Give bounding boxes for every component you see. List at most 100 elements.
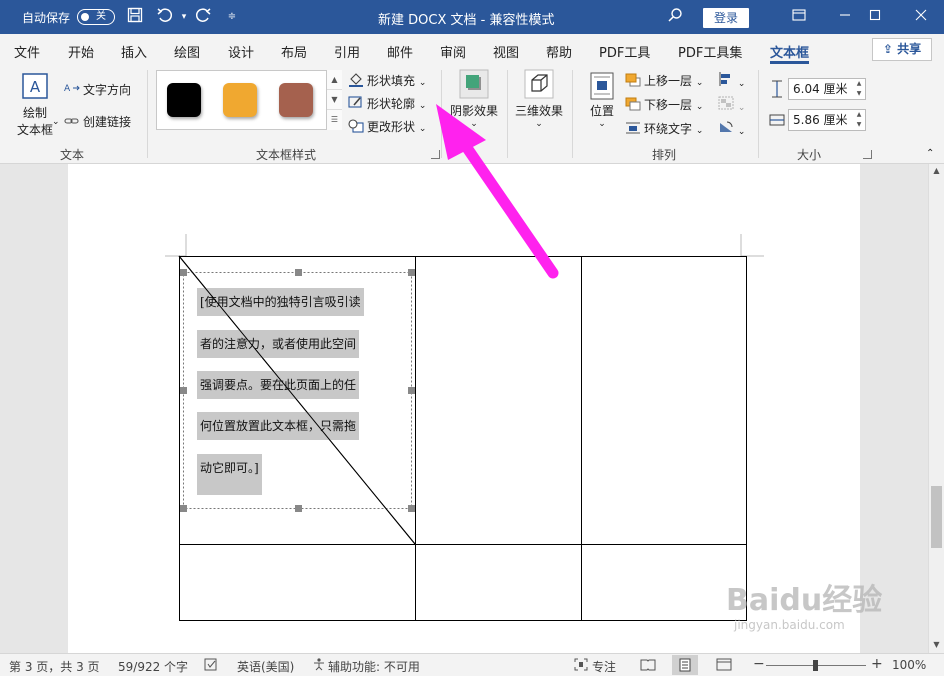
rotate-icon	[718, 121, 734, 137]
text-direction-label: 文字方向	[83, 83, 132, 97]
style-swatch-brown[interactable]	[279, 83, 313, 117]
proofing-icon[interactable]	[204, 658, 218, 674]
accessibility-status[interactable]: 辅助功能: 不可用	[328, 658, 420, 675]
search-icon[interactable]	[665, 7, 685, 27]
position-icon	[590, 72, 614, 100]
width-icon	[768, 111, 786, 132]
group-separator	[441, 70, 442, 158]
group-objects-button[interactable]: ⌄	[718, 96, 745, 113]
style-dialog-launcher-icon[interactable]	[431, 150, 440, 159]
zoom-slider-thumb[interactable]	[813, 660, 818, 671]
position-button[interactable]: 位置 ⌄	[584, 72, 620, 129]
shadow-effects-button[interactable]: 阴影效果 ⌄	[448, 68, 500, 129]
group-objects-icon	[718, 96, 734, 113]
web-layout-icon[interactable]	[716, 658, 732, 674]
share-button[interactable]: ⇪ 共享	[872, 38, 932, 61]
word-count[interactable]: 59/922 个字	[118, 658, 188, 675]
tab-references[interactable]: 引用	[334, 42, 360, 61]
tab-textbox[interactable]: 文本框	[770, 42, 810, 64]
document-title: 新建 DOCX 文档 - 兼容性模式	[378, 13, 555, 28]
scroll-up-icon[interactable]: ▲	[929, 164, 944, 178]
tab-insert[interactable]: 插入	[121, 42, 147, 61]
tab-review[interactable]: 审阅	[440, 42, 466, 61]
collapse-ribbon-icon[interactable]: ⌃	[926, 148, 934, 159]
shape-outline-button[interactable]: 形状轮廓 ⌄	[348, 95, 426, 112]
print-layout-icon[interactable]	[672, 655, 698, 675]
paint-bucket-icon	[348, 73, 364, 87]
undo-dropdown-icon[interactable]: ▾	[174, 7, 194, 27]
gallery-down-icon[interactable]: ▼	[327, 90, 342, 110]
page-content	[165, 234, 764, 621]
tab-layout[interactable]: 布局	[281, 42, 307, 61]
vertical-scrollbar[interactable]: ▲ ▼	[928, 164, 944, 653]
shape-fill-label: 形状填充	[367, 74, 416, 88]
zoom-in-icon[interactable]: +	[871, 656, 883, 672]
textbox-line-4: 何位置放置此文本框，只需拖	[197, 412, 360, 440]
shape-fill-button[interactable]: 形状填充 ⌄	[348, 72, 426, 89]
autosave-state: 关	[96, 11, 106, 22]
scroll-down-icon[interactable]: ▼	[929, 638, 944, 652]
zoom-level[interactable]: 100%	[892, 658, 926, 672]
read-mode-icon[interactable]	[640, 658, 656, 674]
draw-textbox-button[interactable]: A 绘制 文本框	[10, 72, 60, 138]
gallery-more-icon[interactable]: ☰	[327, 110, 342, 130]
align-icon	[718, 72, 734, 89]
accessibility-icon	[312, 658, 326, 674]
position-label: 位置	[589, 104, 614, 118]
document-area: [使用文档中的独特引言吸引读 者的注意力，或者使用此空间 强调要点。要在此页面上…	[0, 164, 928, 653]
send-backward-label: 下移一层	[644, 98, 693, 112]
autosave-toggle[interactable]: 关	[77, 9, 115, 25]
group-separator	[758, 70, 759, 158]
undo-icon[interactable]	[155, 7, 175, 27]
tab-mailings[interactable]: 邮件	[387, 42, 413, 61]
tab-pdf-tools[interactable]: PDF工具	[599, 42, 650, 61]
height-spinner-icon[interactable]: ▲ ▼	[853, 79, 865, 99]
3d-effects-button[interactable]: 三维效果 ⌄	[513, 68, 565, 129]
send-backward-button[interactable]: 下移一层 ⌄	[625, 96, 703, 113]
customize-toolbar-icon[interactable]: ≑	[222, 7, 242, 27]
shadow-icon	[459, 69, 489, 99]
textbox-line-1: [使用文档中的独特引言吸引读	[197, 288, 364, 316]
draw-textbox-dropdown-icon[interactable]: ⌄	[52, 117, 60, 127]
tab-file[interactable]: 文件	[14, 42, 40, 61]
align-button[interactable]: ⌄	[718, 72, 745, 89]
link-icon	[64, 114, 80, 128]
size-dialog-launcher-icon[interactable]	[863, 150, 872, 159]
redo-icon[interactable]	[193, 7, 213, 27]
scroll-thumb[interactable]	[931, 486, 942, 548]
page-count[interactable]: 第 3 页，共 3 页	[9, 658, 100, 675]
width-spinner-icon[interactable]: ▲ ▼	[853, 110, 865, 130]
tab-design[interactable]: 设计	[228, 42, 254, 61]
bring-forward-button[interactable]: 上移一层 ⌄	[625, 72, 703, 89]
maximize-icon[interactable]	[852, 0, 898, 34]
save-icon[interactable]	[125, 7, 145, 27]
language[interactable]: 英语(美国)	[237, 658, 294, 675]
position-dropdown-icon: ⌄	[598, 119, 606, 129]
tab-draw[interactable]: 绘图	[174, 42, 200, 61]
watermark-url: jingyan.baidu.com	[734, 618, 845, 632]
login-button[interactable]: 登录	[703, 8, 749, 28]
text-direction-button[interactable]: A 文字方向	[64, 81, 131, 98]
gallery-up-icon[interactable]: ▲	[327, 70, 342, 90]
style-swatch-orange[interactable]	[223, 83, 257, 117]
focus-mode[interactable]: 专注	[592, 658, 616, 675]
height-input[interactable]: 6.04 厘米 ▲ ▼	[788, 78, 866, 100]
width-value: 5.86 厘米	[793, 113, 848, 127]
text-direction-icon: A	[64, 82, 80, 96]
ribbon-display-icon[interactable]	[776, 0, 822, 34]
close-icon[interactable]	[898, 0, 944, 34]
tab-view[interactable]: 视图	[493, 42, 519, 61]
zoom-out-icon[interactable]: −	[753, 656, 765, 672]
tab-pdf-toolset[interactable]: PDF工具集	[678, 42, 742, 61]
shadow-dropdown-icon: ⌄	[470, 119, 478, 129]
create-link-button[interactable]: 创建链接	[64, 113, 131, 130]
width-input[interactable]: 5.86 厘米 ▲ ▼	[788, 109, 866, 131]
tab-help[interactable]: 帮助	[546, 42, 572, 61]
rotate-button[interactable]: ⌄	[718, 120, 745, 137]
wrap-text-button[interactable]: 环绕文字 ⌄	[625, 120, 703, 137]
cube-icon	[524, 69, 554, 99]
style-swatch-black[interactable]	[167, 83, 201, 117]
tab-home[interactable]: 开始	[68, 42, 94, 61]
ribbon-tabs: 文件 开始 插入 绘图 设计 布局 引用 邮件 审阅 视图 帮助 PDF工具 P…	[0, 34, 944, 64]
change-shape-button[interactable]: 更改形状 ⌄	[348, 118, 426, 135]
